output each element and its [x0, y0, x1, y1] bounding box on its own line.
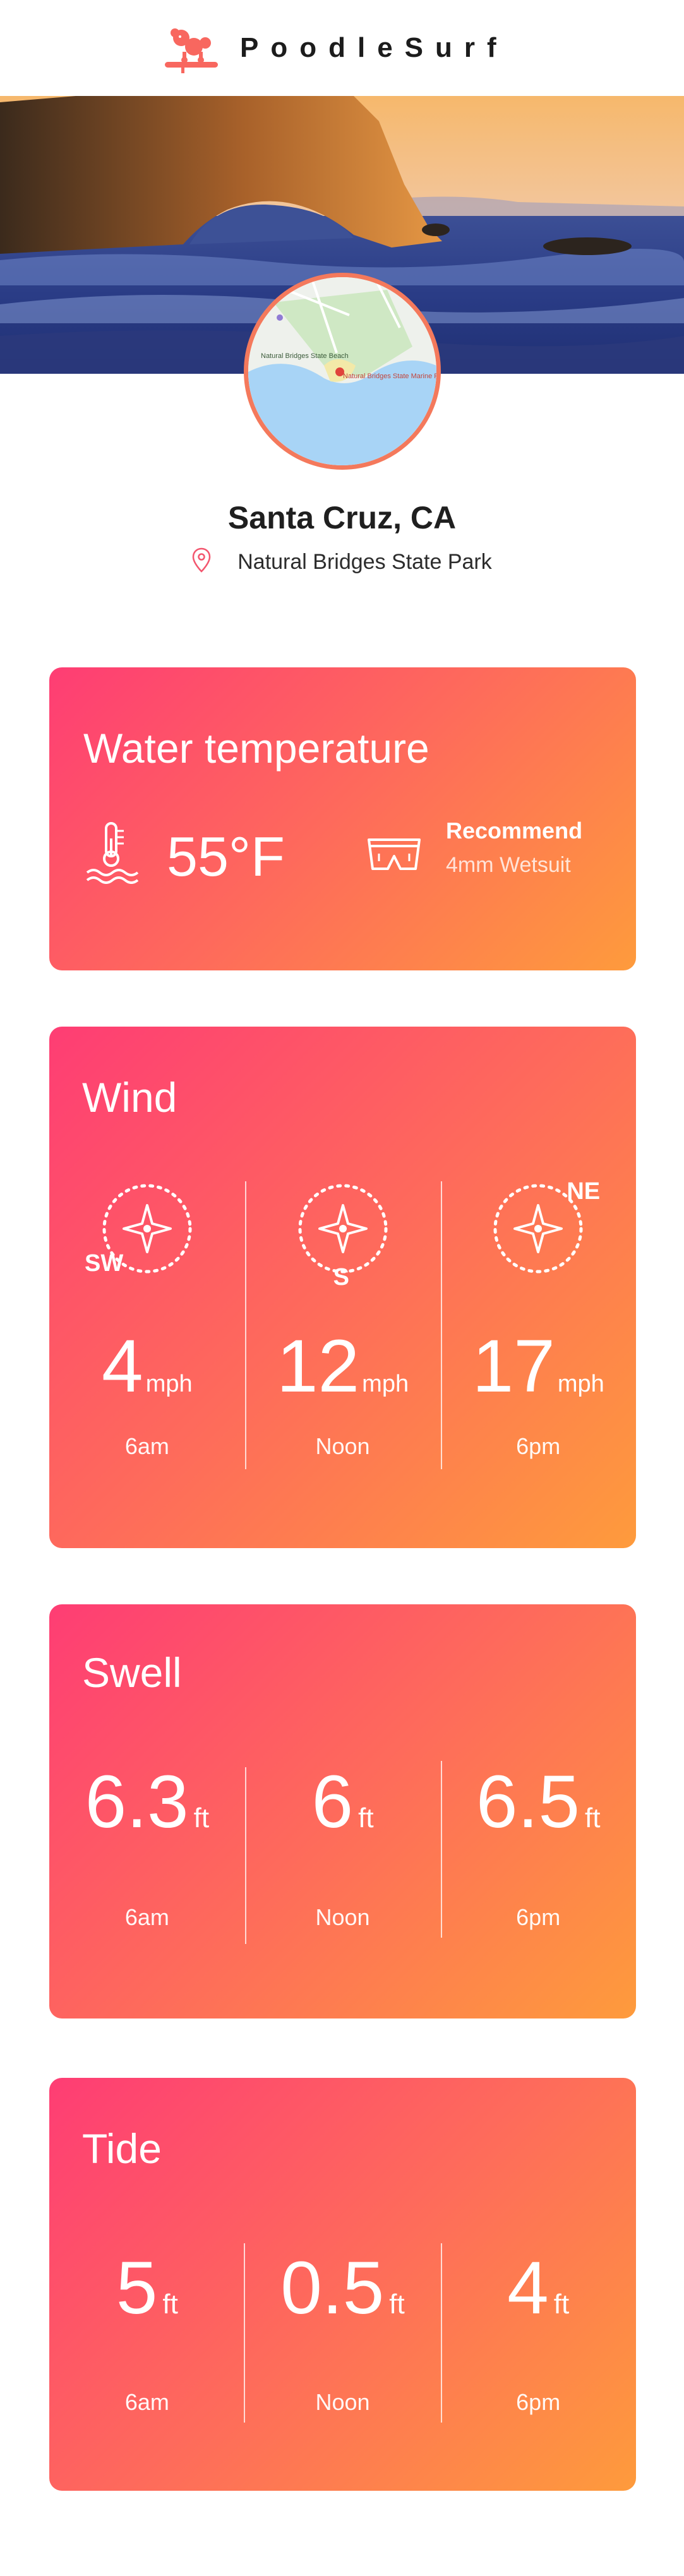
- swell-card-title: Swell: [82, 1649, 182, 1696]
- wind-speed-value: 17 mph: [440, 1325, 636, 1425]
- swell-card[interactable]: Swell 6.3 ft 6am 6 ft Noon 6.5 ft 6pm: [49, 1604, 636, 2018]
- wind-speed-number: 12: [276, 1325, 360, 1408]
- tide-height-value: 4 ft: [440, 2247, 636, 2346]
- swell-height-value: 6.3 ft: [49, 1761, 245, 1859]
- wind-column-6pm[interactable]: NE 17 mph 6pm: [440, 1178, 636, 1484]
- spot-name: Natural Bridges State Park: [237, 550, 492, 574]
- wind-column-6am[interactable]: SW 4 mph 6am: [49, 1181, 245, 1484]
- recommend-label: Recommend: [446, 818, 583, 844]
- tide-height-number: 4: [507, 2246, 549, 2330]
- wetsuit-shorts-icon: [368, 838, 421, 870]
- tide-column-6pm[interactable]: 4 ft 6pm: [440, 2243, 636, 2445]
- location-subtitle: Natural Bridges State Park: [0, 547, 684, 577]
- wind-speed-value: 4 mph: [49, 1325, 245, 1425]
- tide-height-unit: ft: [389, 2289, 405, 2320]
- swell-height-unit: ft: [584, 1803, 601, 1834]
- water-card-title: Water temperature: [83, 725, 429, 772]
- tide-height-number: 5: [116, 2246, 158, 2330]
- app-header: PoodleSurf: [0, 0, 684, 96]
- wind-speed-unit: mph: [145, 1371, 193, 1397]
- tide-height-unit: ft: [162, 2289, 178, 2320]
- wind-direction-label: S: [333, 1264, 350, 1291]
- wind-speed-unit: mph: [557, 1371, 604, 1397]
- poodle-surfboard-icon[interactable]: [162, 24, 220, 75]
- water-temperature-card[interactable]: Water temperature 55°F Recommend 4mm Wet…: [49, 667, 636, 970]
- swell-column-noon[interactable]: 6 ft Noon: [245, 1756, 441, 1958]
- time-label: 6am: [124, 1433, 169, 1459]
- wind-card-title: Wind: [82, 1074, 177, 1121]
- time-label: Noon: [315, 2389, 370, 2415]
- tide-height-value: 0.5 ft: [245, 2247, 441, 2346]
- tide-column-noon[interactable]: 0.5 ft Noon: [245, 2243, 441, 2445]
- time-label: 6am: [124, 2389, 169, 2415]
- map-pin-icon: [192, 547, 211, 573]
- brand-name[interactable]: PoodleSurf: [240, 29, 508, 67]
- map-label-beach: Natural Bridges State Beach: [261, 352, 349, 360]
- swell-column-6pm[interactable]: 6.5 ft 6pm: [440, 1756, 636, 1958]
- tide-height-number: 0.5: [280, 2246, 385, 2330]
- tide-card-title: Tide: [82, 2125, 162, 2172]
- time-label: 6pm: [516, 2389, 561, 2415]
- tide-card[interactable]: Tide 5 ft 6am 0.5 ft Noon 4 ft 6pm: [49, 2078, 636, 2491]
- swell-height-unit: ft: [193, 1803, 210, 1834]
- location-name: Santa Cruz, CA: [227, 500, 457, 535]
- swell-height-value: 6.5 ft: [440, 1761, 636, 1859]
- compass-icon: [298, 1184, 387, 1273]
- time-label: 6am: [124, 1904, 169, 1930]
- time-label: Noon: [315, 1433, 370, 1459]
- wind-speed-unit: mph: [362, 1371, 409, 1397]
- wind-column-noon[interactable]: S 12 mph Noon: [245, 1181, 441, 1484]
- location-map[interactable]: Natural Bridges State Beach Natural Brid…: [244, 273, 441, 470]
- time-label: 6pm: [516, 1433, 561, 1459]
- tide-height-value: 5 ft: [49, 2247, 245, 2346]
- wind-direction-label: SW: [85, 1250, 124, 1277]
- swell-column-6am[interactable]: 6.3 ft 6am: [49, 1756, 245, 1958]
- swell-height-number: 6.5: [476, 1760, 580, 1844]
- time-label: 6pm: [516, 1904, 561, 1930]
- map-label-reserve: Natural Bridges State Marine Reserve: [343, 373, 436, 380]
- wind-speed-number: 17: [472, 1325, 555, 1408]
- wind-speed-number: 4: [102, 1325, 143, 1408]
- wind-speed-value: 12 mph: [245, 1325, 441, 1425]
- time-label: Noon: [315, 1904, 370, 1930]
- thermometer-water-icon: [86, 822, 139, 884]
- swell-height-unit: ft: [358, 1803, 374, 1834]
- swell-height-value: 6 ft: [245, 1761, 441, 1859]
- wind-direction-label: NE: [567, 1178, 601, 1205]
- tide-column-6am[interactable]: 5 ft 6am: [49, 2243, 245, 2445]
- recommend-value: 4mm Wetsuit: [446, 853, 571, 877]
- swell-height-number: 6.3: [85, 1760, 189, 1844]
- swell-height-number: 6: [311, 1760, 354, 1844]
- water-temperature-value: 55°F: [167, 825, 285, 888]
- wind-card[interactable]: Wind SW 4 mph 6am S 12 mph Noon NE 17 mp…: [49, 1027, 636, 1548]
- tide-height-unit: ft: [553, 2289, 570, 2320]
